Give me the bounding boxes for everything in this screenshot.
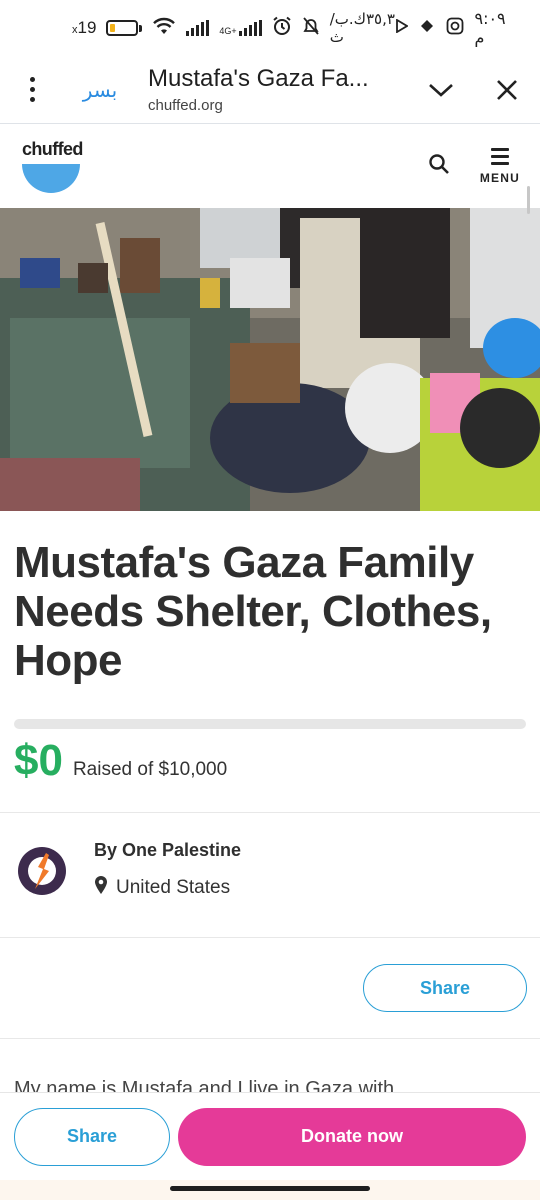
instagram-icon xyxy=(446,17,464,40)
signal-4g-icon: 4G+ xyxy=(219,20,262,36)
raised-amount: $0 xyxy=(14,736,63,785)
more-vert-icon[interactable] xyxy=(0,56,64,124)
play-icon xyxy=(396,18,410,38)
close-icon[interactable] xyxy=(474,56,540,124)
header-actions: MENU xyxy=(428,147,520,185)
bottom-share-button[interactable]: Share xyxy=(14,1107,170,1166)
chuffed-logo[interactable]: chuffed xyxy=(22,139,83,193)
extension-badge[interactable]: بسر xyxy=(64,78,136,102)
search-icon[interactable] xyxy=(428,153,450,180)
logo-text: chuffed xyxy=(22,139,83,159)
status-bar: x19 4G+ ٣٥,٣ك.ب/ث ٩:٠٩ م xyxy=(0,0,540,56)
alarm-icon xyxy=(272,16,292,41)
organizer-avatar[interactable] xyxy=(16,845,68,897)
hamburger-icon xyxy=(490,147,509,165)
signal-icon xyxy=(186,20,210,36)
share-button[interactable]: Share xyxy=(363,964,527,1012)
speed-text: ٣٥,٣ك.ب/ث xyxy=(329,10,395,46)
clock-time: ٩:٠٩ م xyxy=(474,9,506,47)
logo-mark xyxy=(22,164,80,193)
status-left: x19 4G+ ٣٥,٣ك.ب/ث xyxy=(72,10,396,46)
site-header: chuffed MENU xyxy=(0,124,540,208)
divider xyxy=(0,937,540,938)
campaign-hero-image xyxy=(0,208,540,511)
browser-toolbar: بسر Mustafa's Gaza Fa... chuffed.org xyxy=(0,56,540,124)
battery-text: x19 xyxy=(72,18,97,37)
organizer-row[interactable]: By One Palestine United States xyxy=(16,840,241,901)
organizer-name: By One Palestine xyxy=(94,840,242,860)
organizer-info: By One Palestine United States xyxy=(94,840,241,901)
divider xyxy=(0,1038,540,1039)
campaign-title: Mustafa's Gaza Family Needs Shelter, Clo… xyxy=(14,538,492,685)
chevron-down-icon[interactable] xyxy=(408,56,474,124)
organizer-location: United States xyxy=(94,875,241,901)
raised-label: Raised of $10,000 xyxy=(72,759,228,780)
sticky-action-bar: Share Donate now xyxy=(0,1092,540,1180)
location-text: United States xyxy=(116,877,231,898)
battery-icon xyxy=(106,20,143,36)
page-domain: chuffed.org xyxy=(148,97,223,114)
status-right: ٩:٠٩ م xyxy=(396,9,516,47)
funding-progress-bar xyxy=(14,719,526,729)
page-title: Mustafa's Gaza Fa... xyxy=(148,65,369,92)
menu-label: MENU xyxy=(479,170,520,185)
home-indicator[interactable] xyxy=(170,1186,370,1191)
page-scrollbar[interactable] xyxy=(527,186,530,214)
raised-row: $0 Raised of $10,000 xyxy=(14,736,227,786)
url-block[interactable]: Mustafa's Gaza Fa... chuffed.org xyxy=(136,65,408,114)
wifi-icon xyxy=(152,17,176,40)
mute-bell-icon xyxy=(302,16,320,41)
menu-button[interactable]: MENU xyxy=(479,147,520,185)
donate-now-button[interactable]: Donate now xyxy=(178,1107,526,1166)
divider xyxy=(0,812,540,813)
location-pin-icon xyxy=(94,875,108,901)
app-notification-icon xyxy=(418,17,436,40)
